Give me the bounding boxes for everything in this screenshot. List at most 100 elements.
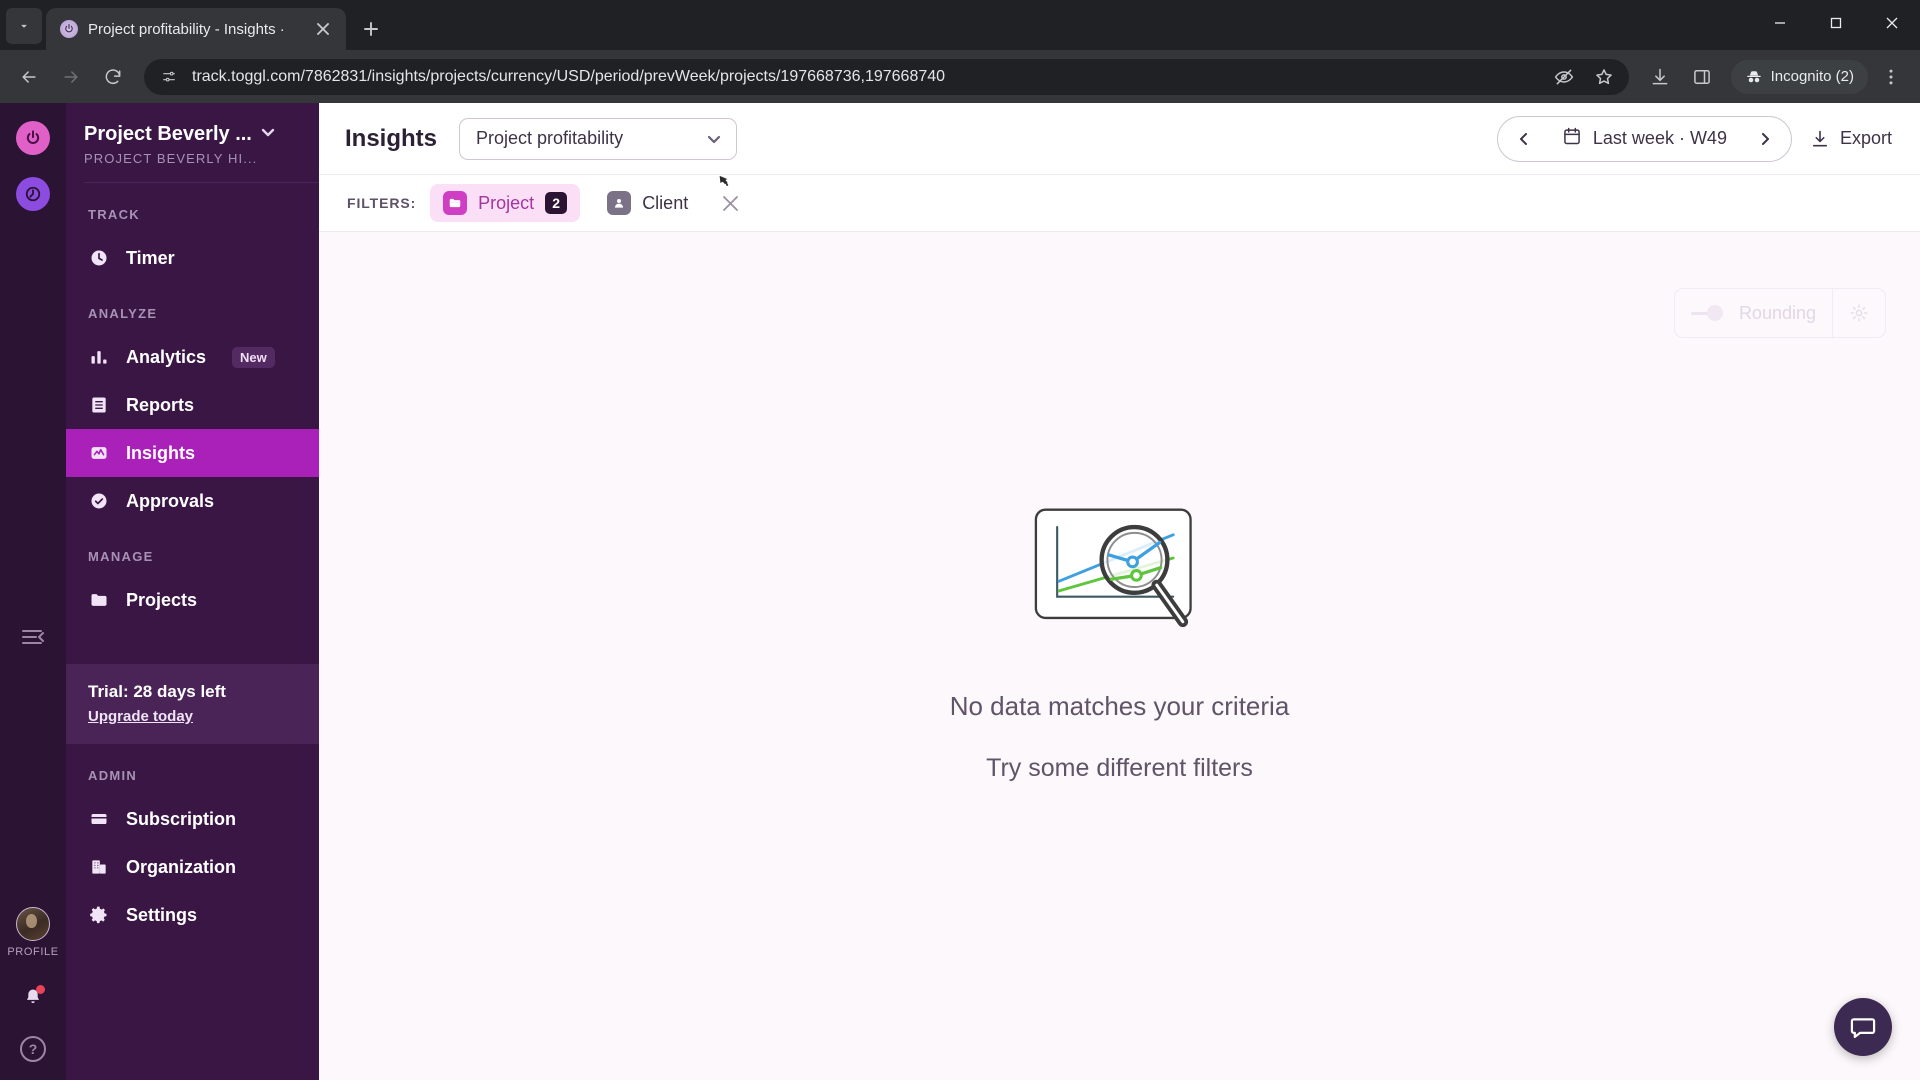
sidebar-item-approvals[interactable]: Approvals [66,477,319,525]
sidebar-item-settings[interactable]: Settings [66,891,319,939]
folder-icon [443,191,468,215]
notifications-button[interactable] [20,984,46,1010]
sidebar-item-label: Reports [126,394,195,415]
tracking-protection-icon[interactable] [1545,58,1583,96]
plus-icon [364,22,378,36]
date-next-button[interactable] [1745,119,1785,159]
chat-bubble-icon [1850,1018,1876,1039]
minimize-icon [1775,22,1785,24]
sidebar-item-analytics[interactable]: Analytics New [66,333,319,381]
workspace-switcher[interactable]: Project Beverly ... PROJECT BEVERLY HI..… [66,103,319,182]
sidebar-item-label: Analytics [126,346,207,367]
toggl-track-icon [25,186,41,202]
empty-state-title: No data matches your criteria [949,690,1290,721]
toggl-power-icon [26,130,40,144]
browser-tab[interactable]: Project profitability - Insights · [46,8,346,50]
new-badge: New [232,346,275,368]
sidebar: Project Beverly ... PROJECT BEVERLY HI..… [66,103,319,1080]
sidebar-section-track: TRACK [88,207,140,222]
filter-chip-client[interactable]: Client [594,184,701,222]
sidebar-item-label: Projects [126,589,198,610]
rail-bottom-group: PROFILE ? [7,907,58,1062]
tab-close-button[interactable] [310,16,336,42]
window-minimize-button[interactable] [1752,0,1808,46]
filter-chip-project[interactable]: Project 2 [430,184,581,222]
reload-button[interactable] [94,58,132,96]
browser-menu-button[interactable] [1872,58,1910,96]
window-close-button[interactable] [1864,0,1920,46]
sidebar-item-reports[interactable]: Reports [66,381,319,429]
app-switcher-button[interactable] [16,177,50,211]
trial-banner[interactable]: Trial: 28 days left Upgrade today [66,664,319,744]
help-button[interactable]: ? [20,1036,46,1062]
calendar-icon [1562,126,1582,151]
folder-icon [88,589,110,611]
new-tab-button[interactable] [354,12,388,46]
sidebar-item-timer[interactable]: Timer [66,234,319,282]
chevron-left-icon [1519,132,1527,145]
notification-dot [36,985,45,994]
bookmark-star-icon[interactable] [1585,58,1623,96]
incognito-label: Incognito (2) [1770,68,1854,85]
building-icon [88,856,110,878]
site-settings-icon[interactable] [158,66,180,88]
sidebar-item-insights[interactable]: Insights [66,429,319,477]
insights-pulse-icon [88,442,110,464]
filter-chip-label: Client [642,192,689,213]
sidebar-item-subscription[interactable]: Subscription [66,795,319,843]
kebab-menu-icon [1889,69,1893,84]
bar-chart-icon [88,346,110,368]
sidebar-section-admin: ADMIN [88,768,138,783]
empty-state: No data matches your criteria Try some d… [319,232,1920,1080]
avatar[interactable] [16,907,50,941]
omnibox-actions [1545,58,1623,96]
panel-icon [1693,69,1710,84]
downloads-button[interactable] [1641,58,1679,96]
tab-search-button[interactable] [6,8,42,44]
browser-window: Project profitability - Insights · track… [0,0,1920,1080]
back-button[interactable] [10,58,48,96]
clear-filters-button[interactable] [715,188,745,218]
chevron-down-icon [21,24,27,28]
sidebar-item-label: Organization [126,856,237,877]
filter-chip-count: 2 [545,192,568,214]
date-range-label: Last week · W49 [1592,128,1727,148]
toggl-power-icon [65,23,73,33]
collapse-sidebar-button[interactable] [19,623,47,651]
magnifying-glass-over-chart [1034,508,1192,627]
address-bar[interactable]: track.toggl.com/7862831/insights/project… [144,58,1629,96]
trial-text: Trial: 28 days left [88,682,226,701]
maximize-icon [1830,17,1842,29]
download-icon [1812,130,1828,146]
browser-toolbar: track.toggl.com/7862831/insights/project… [0,50,1920,103]
tab-favicon [60,20,78,38]
chat-support-button[interactable] [1834,998,1892,1056]
forward-button[interactable] [52,58,90,96]
incognito-indicator[interactable]: Incognito (2) [1730,59,1868,94]
page-title: Insights [345,124,438,152]
export-label: Export [1839,128,1892,148]
upgrade-link[interactable]: Upgrade today [88,708,193,725]
report-type-select[interactable]: Project profitability [459,117,738,160]
back-arrow-icon [22,70,36,83]
collapse-sidebar-icon [22,630,44,644]
person-icon [607,191,632,215]
chevron-right-icon [1761,132,1769,145]
side-panel-button[interactable] [1683,58,1721,96]
export-button[interactable]: Export [1810,128,1892,149]
sidebar-item-label: Timer [126,247,175,268]
sidebar-item-label: Subscription [126,808,237,829]
sidebar-item-organization[interactable]: Organization [66,843,319,891]
date-range-picker[interactable]: Last week · W49 [1544,126,1745,151]
chevron-down-icon [707,135,721,143]
sidebar-item-projects[interactable]: Projects [66,576,319,624]
window-maximize-button[interactable] [1808,0,1864,46]
toggl-logo-button[interactable] [16,121,50,155]
date-prev-button[interactable] [1504,119,1544,159]
document-lines-icon [88,394,110,416]
forward-arrow-icon [64,70,78,83]
filters-bar: FILTERS: Project 2 Client [319,175,1920,232]
date-range-nav: Last week · W49 [1496,115,1792,162]
sliders-icon [163,71,175,82]
star-icon [1595,68,1612,84]
